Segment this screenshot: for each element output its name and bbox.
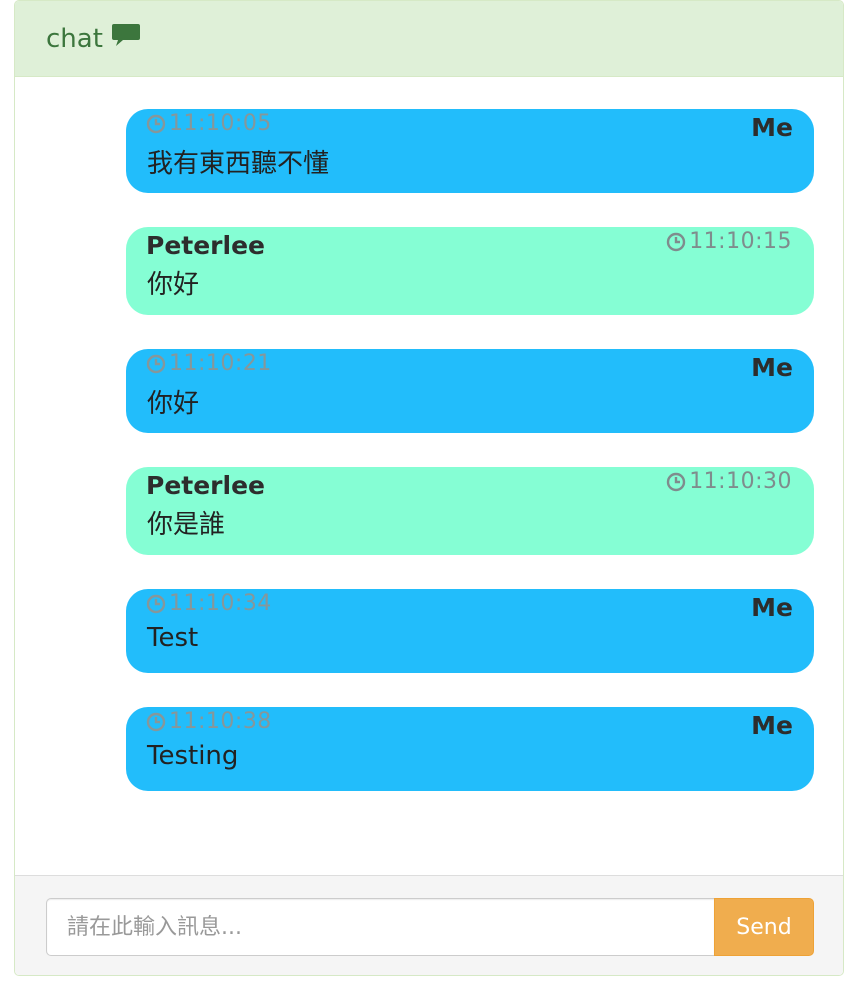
- message-sender: Me: [751, 353, 793, 382]
- clock-icon: [146, 594, 166, 613]
- message-bubble-peer: Peterlee 11:10:30 你是誰: [126, 467, 814, 555]
- message-text: 你是誰: [147, 510, 226, 540]
- message-bubble-peer: Peterlee 11:10:15 你好: [126, 227, 814, 315]
- message-bubble-me: 11:10:38 Me Testing: [126, 707, 814, 791]
- message-bubble-me: 11:10:05 Me 我有東西聽不懂: [126, 109, 814, 193]
- clock-icon: [146, 114, 166, 133]
- chat-header: chat: [15, 1, 843, 77]
- clock-icon: [666, 232, 686, 251]
- message-sender: Me: [751, 113, 793, 142]
- message-sender: Peterlee: [146, 471, 265, 500]
- message-timestamp: 11:10:05: [146, 111, 272, 136]
- clock-icon: [146, 712, 166, 731]
- message-list[interactable]: 11:10:05 Me 我有東西聽不懂 Peterlee 11:10:15 你好…: [15, 77, 843, 875]
- clock-icon: [146, 354, 166, 373]
- send-button[interactable]: Send: [714, 898, 814, 956]
- message-text: Test: [147, 623, 199, 653]
- message-text: 你好: [147, 389, 200, 419]
- comment-icon: [111, 23, 141, 49]
- message-text: 你好: [147, 270, 200, 300]
- clock-icon: [666, 472, 686, 491]
- message-bubble-me: 11:10:21 Me 你好: [126, 349, 814, 433]
- message-timestamp: 11:10:30: [666, 469, 792, 494]
- message-bubble-me: 11:10:34 Me Test: [126, 589, 814, 673]
- message-sender: Peterlee: [146, 231, 265, 260]
- message-timestamp: 11:10:15: [666, 229, 792, 254]
- chat-title: chat: [46, 23, 103, 54]
- message-text: Testing: [147, 741, 239, 771]
- message-timestamp: 11:10:38: [146, 709, 272, 734]
- chat-panel: chat 11:10:05 Me 我有東西聽不懂 Peterlee 11:10:…: [14, 0, 844, 976]
- message-text: 我有東西聽不懂: [147, 149, 330, 179]
- message-timestamp: 11:10:21: [146, 351, 272, 376]
- message-timestamp: 11:10:34: [146, 591, 272, 616]
- message-sender: Me: [751, 593, 793, 622]
- composer-bar: Send: [15, 875, 843, 975]
- message-input[interactable]: [46, 898, 714, 956]
- message-sender: Me: [751, 711, 793, 740]
